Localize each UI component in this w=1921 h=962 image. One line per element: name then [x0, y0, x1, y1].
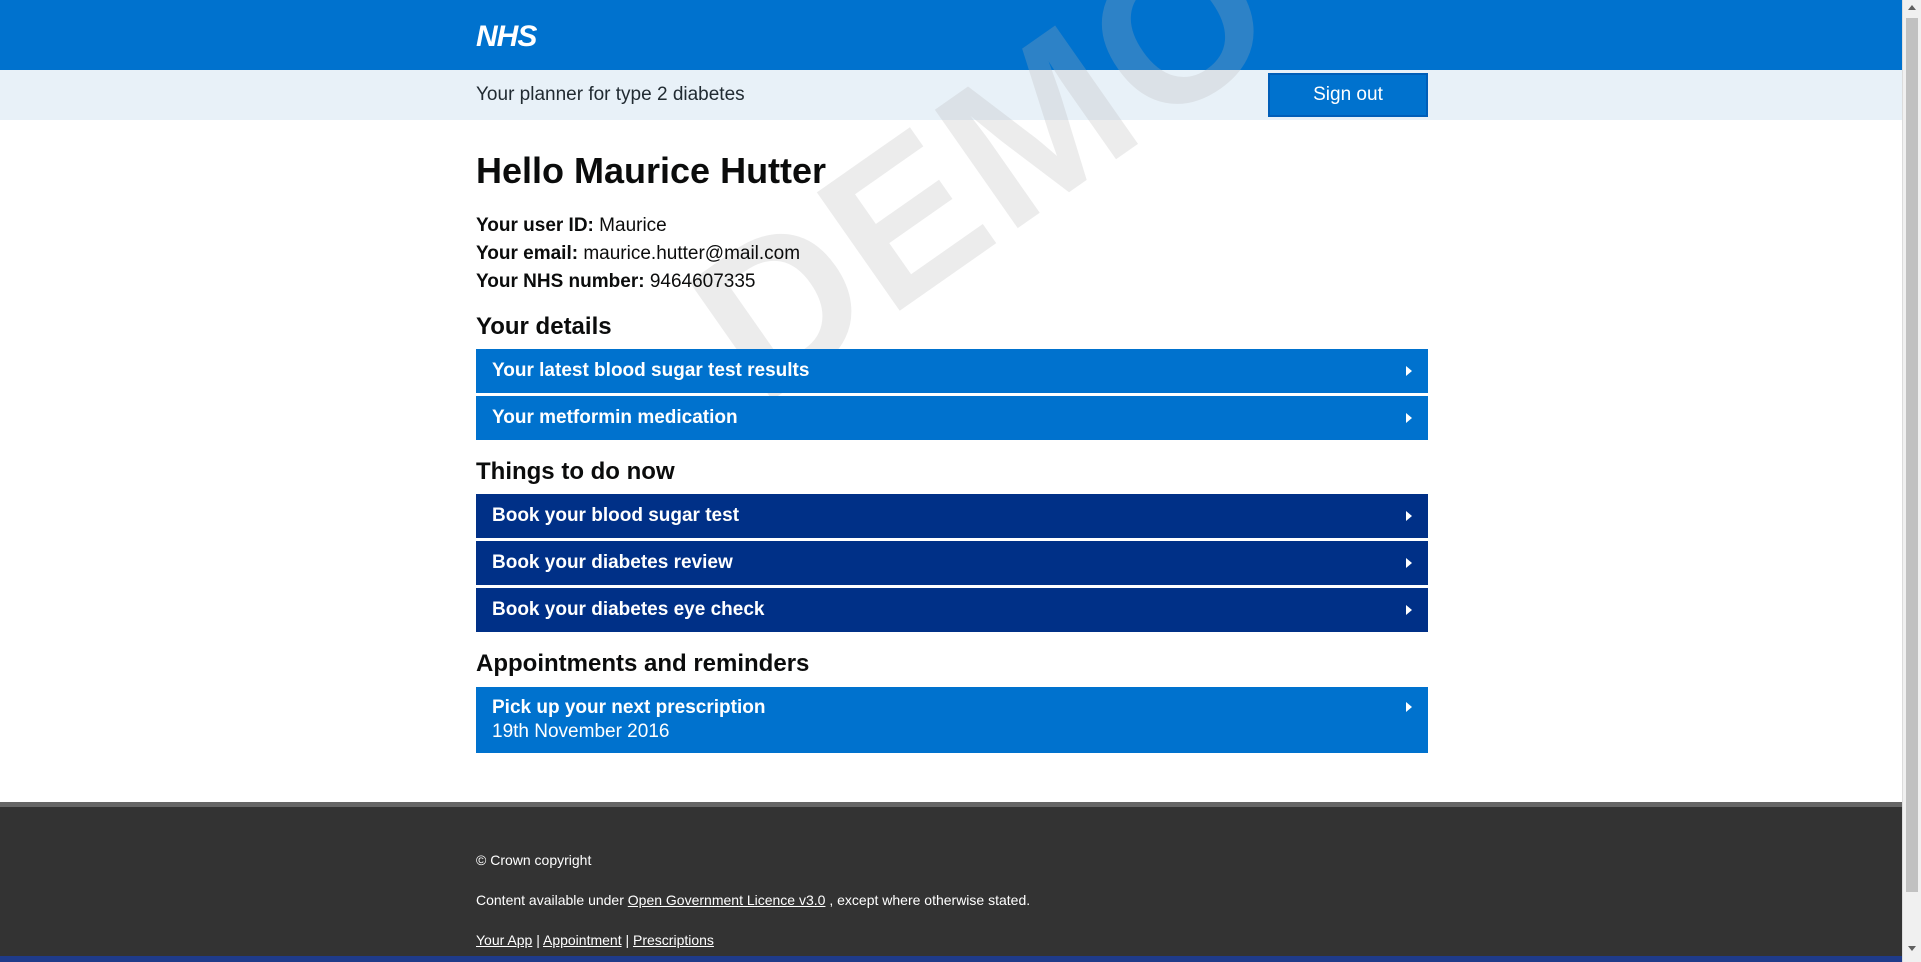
sub-header: Your planner for type 2 diabetes Sign ou…	[0, 70, 1902, 120]
top-header: NHS	[0, 0, 1902, 70]
bar-label: Pick up your next prescription	[492, 697, 766, 718]
chevron-right-icon	[1406, 558, 1412, 568]
prescription-pickup-link[interactable]: Pick up your next prescription 19th Nove…	[476, 687, 1428, 753]
footer: © Crown copyright Content available unde…	[0, 802, 1902, 962]
user-id-value: Maurice	[599, 215, 667, 236]
bar-label: Your latest blood sugar test results	[492, 360, 810, 381]
blood-sugar-results-link[interactable]: Your latest blood sugar test results	[476, 349, 1428, 393]
appointment-date: 19th November 2016	[492, 721, 670, 742]
scroll-up-icon[interactable]	[1908, 5, 1916, 10]
chevron-right-icon	[1406, 702, 1412, 712]
chevron-right-icon	[1406, 605, 1412, 615]
page-title: Hello Maurice Hutter	[476, 150, 827, 191]
footer-link-your-app[interactable]: Your App	[476, 932, 532, 948]
book-blood-sugar-test-link[interactable]: Book your blood sugar test	[476, 494, 1428, 538]
user-id-label: Your user ID:	[476, 215, 594, 236]
scroll-thumb[interactable]	[1906, 18, 1918, 892]
chevron-right-icon	[1406, 511, 1412, 521]
bar-label: Book your diabetes eye check	[492, 599, 765, 620]
bar-label: Your metformin medication	[492, 407, 738, 428]
email-label: Your email:	[476, 243, 579, 264]
taskbar	[0, 956, 1902, 962]
footer-links: Your App | Appointment | Prescriptions	[476, 932, 714, 948]
footer-separator: |	[625, 932, 630, 948]
email-row: Your email: maurice.hutter@mail.com	[476, 240, 800, 268]
metformin-medication-link[interactable]: Your metformin medication	[476, 396, 1428, 440]
scroll-down-icon[interactable]	[1908, 946, 1916, 951]
nhs-logo[interactable]: NHS	[476, 20, 537, 54]
licence-prefix: Content available under	[476, 892, 624, 908]
copyright: © Crown copyright	[476, 852, 592, 868]
sign-out-button[interactable]: Sign out	[1268, 73, 1428, 117]
appointments-heading: Appointments and reminders	[476, 650, 810, 677]
nhs-number-row: Your NHS number: 9464607335	[476, 268, 800, 296]
page: NHS Your planner for type 2 diabetes Sig…	[0, 0, 1921, 962]
your-details-heading: Your details	[476, 313, 612, 340]
things-to-do-heading: Things to do now	[476, 458, 675, 485]
user-id-row: Your user ID: Maurice	[476, 212, 800, 240]
licence-suffix: , except where otherwise stated.	[829, 892, 1031, 908]
profile-info: Your user ID: Maurice Your email: mauric…	[476, 212, 800, 296]
footer-link-prescriptions[interactable]: Prescriptions	[633, 932, 714, 948]
bar-label: Book your diabetes review	[492, 552, 733, 573]
nhs-number-value: 9464607335	[649, 271, 756, 292]
chevron-right-icon	[1406, 413, 1412, 423]
book-eye-check-link[interactable]: Book your diabetes eye check	[476, 588, 1428, 632]
vertical-scrollbar[interactable]	[1902, 0, 1921, 962]
email-value: maurice.hutter@mail.com	[583, 243, 801, 264]
licence-link[interactable]: Open Government Licence v3.0	[628, 892, 826, 908]
footer-link-appointment[interactable]: Appointment	[543, 932, 622, 948]
chevron-right-icon	[1406, 366, 1412, 376]
licence-line: Content available under Open Government …	[476, 892, 1030, 908]
planner-title: Your planner for type 2 diabetes	[476, 84, 745, 105]
bar-label: Book your blood sugar test	[492, 505, 740, 526]
footer-separator: |	[536, 932, 540, 948]
nhs-number-label: Your NHS number:	[476, 271, 645, 292]
book-diabetes-review-link[interactable]: Book your diabetes review	[476, 541, 1428, 585]
